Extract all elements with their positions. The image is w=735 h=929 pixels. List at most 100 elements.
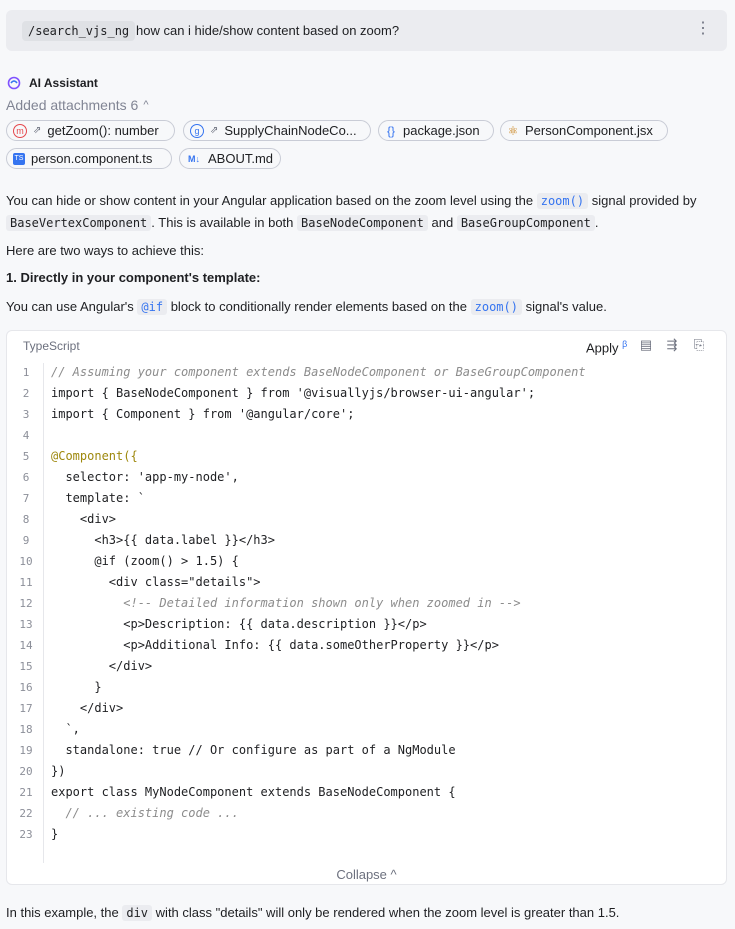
attachment-chip[interactable]: {} package.json — [378, 120, 494, 141]
text: . This is available in both — [151, 215, 294, 230]
gutter-divider — [43, 363, 44, 863]
attachments-label: Added attachments 6 — [6, 97, 139, 113]
line-number: 18 — [19, 723, 33, 736]
code-line: selector: 'app-my-node', — [51, 470, 239, 484]
text: . — [594, 215, 599, 230]
line-number: 6 — [22, 471, 30, 484]
assistant-name: AI Assistant — [29, 76, 98, 90]
code-line: standalone: true // Or configure as part… — [51, 743, 456, 757]
assistant-header: AI Assistant — [7, 74, 98, 92]
attachments-toggle[interactable]: Added attachments 6 ^ — [6, 97, 148, 113]
text: and — [431, 215, 454, 230]
text: In this example, the — [6, 905, 119, 920]
line-number: 7 — [22, 492, 30, 505]
slash-command[interactable]: /search_vjs_ng — [22, 21, 136, 41]
paragraph: You can use Angular's @if block to condi… — [6, 296, 726, 318]
code-line: <div class="details"> — [51, 575, 261, 589]
code-line: <p>Additional Info: {{ data.someOtherPro… — [51, 638, 499, 652]
text: block to conditionally render elements b… — [170, 299, 467, 314]
line-number: 22 — [19, 807, 33, 820]
code-line: import { BaseNodeComponent } from '@visu… — [51, 386, 536, 400]
code-line: </div> — [51, 701, 124, 715]
inline-code-link[interactable]: zoom() — [470, 299, 522, 315]
attachment-label: PersonComponent.jsx — [525, 123, 653, 138]
link-icon: ⇗ — [210, 125, 219, 136]
code-line: <!-- Detailed information shown only whe… — [51, 596, 521, 610]
copy-new-file-icon[interactable]: ⎘ — [691, 337, 707, 353]
attachment-chip[interactable]: ⚛ PersonComponent.jsx — [500, 120, 668, 141]
code-line: } — [51, 827, 59, 841]
inline-code: div — [122, 905, 153, 921]
inline-code-link[interactable]: zoom() — [536, 193, 589, 209]
line-number: 14 — [19, 639, 33, 652]
json-braces-icon: {} — [386, 123, 395, 138]
line-number: 3 — [22, 408, 30, 421]
inline-code: BaseNodeComponent — [297, 215, 428, 231]
text: with class "details" will only be render… — [155, 905, 620, 920]
attachment-label: package.json — [403, 123, 480, 138]
markdown-icon: M↓ — [188, 153, 200, 164]
line-number: 1 — [22, 366, 30, 379]
attachment-chip[interactable]: M↓ ABOUT.md — [179, 148, 281, 169]
line-number: 20 — [19, 765, 33, 778]
apply-button[interactable]: Apply β — [586, 339, 627, 355]
angular-ts-icon: g — [190, 123, 204, 138]
line-number: 19 — [19, 744, 33, 757]
attachment-chip[interactable]: g ⇗ SupplyChainNodeCo... — [183, 120, 371, 141]
react-icon: ⚛ — [507, 123, 519, 138]
line-number: 21 — [19, 786, 33, 799]
text: You can use Angular's — [6, 299, 134, 314]
text: You can hide or show content in your Ang… — [6, 193, 534, 208]
query-text: how can i hide/show content based on zoo… — [136, 23, 400, 38]
code-line: @if (zoom() > 1.5) { — [51, 554, 239, 568]
code-line: <h3>{{ data.label }}</h3> — [51, 533, 275, 547]
inline-code: BaseGroupComponent — [456, 215, 595, 231]
code-line: </div> — [51, 659, 153, 673]
attachment-label: person.component.ts — [31, 151, 153, 166]
intro-paragraph: You can hide or show content in your Ang… — [6, 190, 726, 234]
footer-paragraph: In this example, the div with class "det… — [6, 902, 726, 924]
beta-badge: β — [622, 339, 628, 349]
line-number: 11 — [19, 576, 33, 589]
code-line: <div> — [51, 512, 117, 526]
code-line: template: ` — [51, 491, 145, 505]
code-line: @Component({ — [51, 449, 138, 463]
method-icon: m — [13, 123, 27, 138]
attachment-label: getZoom(): number — [47, 123, 159, 138]
line-number: 2 — [22, 387, 30, 400]
line-number: 5 — [22, 450, 30, 463]
line-number: 23 — [19, 828, 33, 841]
line-number: 12 — [19, 597, 33, 610]
line-number: 9 — [22, 534, 30, 547]
chevron-up-icon: ^ — [143, 99, 149, 111]
line-number: 8 — [22, 513, 30, 526]
text: signal's value. — [525, 299, 607, 314]
query-bar: /search_vjs_ng how can i hide/show conte… — [6, 10, 727, 51]
code-line: // Assuming your component extends BaseN… — [51, 365, 586, 379]
collapse-label: Collapse — [336, 867, 387, 882]
line-number: 13 — [19, 618, 33, 631]
ai-assistant-icon — [7, 76, 21, 90]
insert-at-caret-icon[interactable]: ⇶ — [664, 337, 680, 353]
attachment-chip[interactable]: m ⇗ getZoom(): number — [6, 120, 175, 141]
attachment-chip[interactable]: TS person.component.ts — [6, 148, 172, 169]
line-number: 4 — [22, 429, 30, 442]
line-number: 16 — [19, 681, 33, 694]
more-options-icon[interactable]: ⋮ — [695, 21, 711, 37]
apply-label: Apply — [586, 340, 619, 356]
code-line: <p>Description: {{ data.description }}</… — [51, 617, 427, 631]
attachment-label: ABOUT.md — [208, 151, 274, 166]
link-icon: ⇗ — [33, 125, 42, 136]
inline-code-link[interactable]: @if — [137, 299, 168, 315]
code-line: }) — [51, 764, 66, 778]
text: signal provided by — [591, 193, 697, 208]
code-line: import { Component } from '@angular/core… — [51, 407, 355, 421]
attachment-label: SupplyChainNodeCo... — [224, 123, 357, 138]
code-line: `, — [51, 722, 80, 736]
insert-snippet-icon[interactable]: ▤ — [638, 337, 654, 353]
paragraph: Here are two ways to achieve this: — [6, 243, 204, 258]
code-language: TypeScript — [23, 339, 80, 353]
code-line: // ... existing code ... — [51, 806, 239, 820]
code-line: export class MyNodeComponent extends Bas… — [51, 785, 456, 799]
collapse-button[interactable]: Collapse ^ — [7, 867, 726, 882]
